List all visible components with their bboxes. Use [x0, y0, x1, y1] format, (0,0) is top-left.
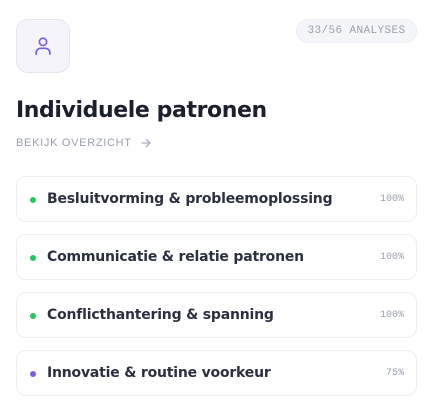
pattern-label: Innovatie & routine voorkeur — [47, 365, 271, 381]
pattern-label: Communicatie & relatie patronen — [47, 249, 304, 265]
pattern-row-conflict[interactable]: Conflicthantering & spanning 100% — [16, 292, 417, 338]
pattern-row-innovation[interactable]: Innovatie & routine voorkeur 75% — [16, 350, 417, 396]
pattern-percent: 100% — [379, 310, 404, 321]
profile-avatar-tile — [16, 19, 70, 73]
arrow-right-icon — [141, 138, 151, 148]
user-icon — [35, 37, 51, 56]
analyses-count-badge: 33/56 ANALYSES — [296, 19, 417, 43]
status-dot — [30, 255, 36, 261]
status-dot — [30, 371, 36, 377]
pattern-percent: 75% — [385, 368, 404, 379]
status-dot — [30, 313, 36, 319]
pattern-percent: 100% — [379, 252, 404, 263]
pattern-row-decision-making[interactable]: Besluitvorming & probleemoplossing 100% — [16, 176, 417, 222]
page-title: Individuele patronen — [16, 98, 267, 123]
pattern-row-communication[interactable]: Communicatie & relatie patronen 100% — [16, 234, 417, 280]
view-overview-label: BEKIJK OVERZICHT — [16, 137, 132, 149]
pattern-label: Besluitvorming & probleemoplossing — [47, 191, 333, 207]
status-dot — [30, 197, 36, 203]
view-overview-link[interactable]: BEKIJK OVERZICHT — [16, 137, 152, 149]
pattern-percent: 100% — [379, 194, 404, 205]
pattern-label: Conflicthantering & spanning — [47, 307, 274, 323]
